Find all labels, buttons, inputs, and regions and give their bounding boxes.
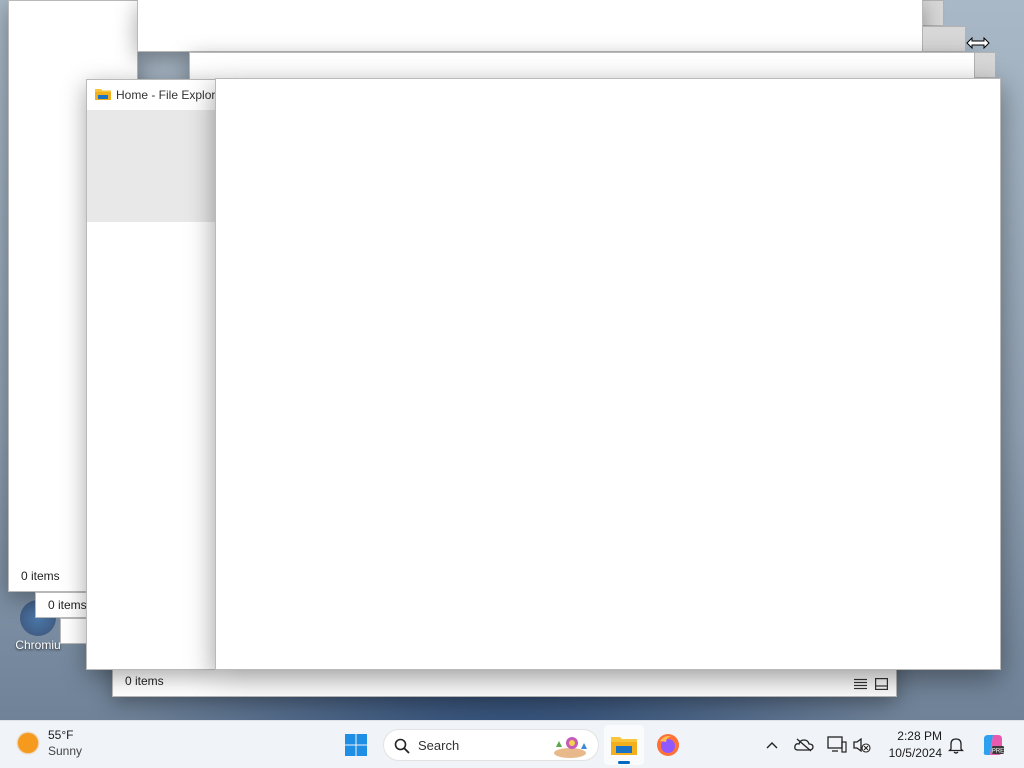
desktop: Chromiu 0 items 0 items 0 items Home - F…: [0, 0, 1024, 720]
cloud-offline-icon: [794, 738, 814, 752]
firefox-taskbar-button[interactable]: [648, 725, 688, 765]
weather-condition: Sunny: [48, 744, 83, 758]
search-icon: [394, 738, 410, 754]
search-label: Search: [418, 738, 460, 753]
taskbar: 55°F Sunny Search 2:28 PM 10/5/2024 PRE: [0, 720, 1024, 768]
firefox-icon: [657, 734, 679, 756]
window-title: Home - File Explore: [116, 88, 223, 102]
network-tray-button[interactable]: [825, 729, 849, 761]
window-edge: [922, 0, 944, 26]
weather-widget[interactable]: 55°F Sunny: [18, 727, 82, 759]
search-box[interactable]: Search: [383, 729, 599, 761]
file-explorer-taskbar-button[interactable]: [604, 725, 644, 765]
speaker-muted-icon: [853, 737, 871, 753]
onedrive-tray-button[interactable]: [792, 729, 816, 761]
search-highlight-icon: [554, 737, 587, 758]
details-view-icon[interactable]: [854, 678, 867, 690]
file-explorer-icon: [611, 737, 637, 755]
explorer-window-large[interactable]: [137, 0, 923, 52]
view-toggle: [854, 678, 889, 691]
chevron-up-icon: [766, 742, 778, 749]
clock[interactable]: 2:28 PM 10/5/2024: [880, 728, 942, 762]
volume-tray-button[interactable]: [850, 729, 874, 761]
blank-window[interactable]: [215, 78, 1001, 670]
copilot-pre-icon: PRE: [983, 735, 1004, 755]
resize-cursor-icon: [966, 37, 990, 49]
windows-logo-icon: [345, 734, 367, 756]
weather-temp: 55°F: [48, 728, 74, 742]
bell-icon: [948, 738, 964, 754]
copilot-button[interactable]: PRE: [980, 729, 1006, 761]
notifications-button[interactable]: [944, 729, 968, 761]
clock-date: 10/5/2024: [888, 746, 942, 760]
clock-time: 2:28 PM: [897, 729, 942, 743]
title-bar[interactable]: Home - File Explore: [87, 80, 222, 111]
show-hidden-icons-button[interactable]: [760, 729, 784, 761]
folder-icon: [95, 89, 111, 100]
svg-text:PRE: PRE: [992, 749, 1004, 755]
start-button[interactable]: [336, 725, 376, 765]
window-edge: [974, 52, 996, 78]
window-edge: [922, 26, 966, 52]
navigation-pane[interactable]: [87, 110, 217, 222]
tiles-view-icon[interactable]: [875, 678, 889, 691]
status-item-count: 0 items: [125, 674, 164, 688]
chromium-shortcut-label: Chromiu: [15, 638, 61, 652]
sun-icon: [18, 733, 38, 753]
network-icon: [827, 736, 847, 753]
status-item-count: 0 items: [48, 598, 87, 612]
status-item-count: 0 items: [21, 569, 60, 583]
file-explorer-window[interactable]: Home - File Explore: [86, 79, 222, 670]
